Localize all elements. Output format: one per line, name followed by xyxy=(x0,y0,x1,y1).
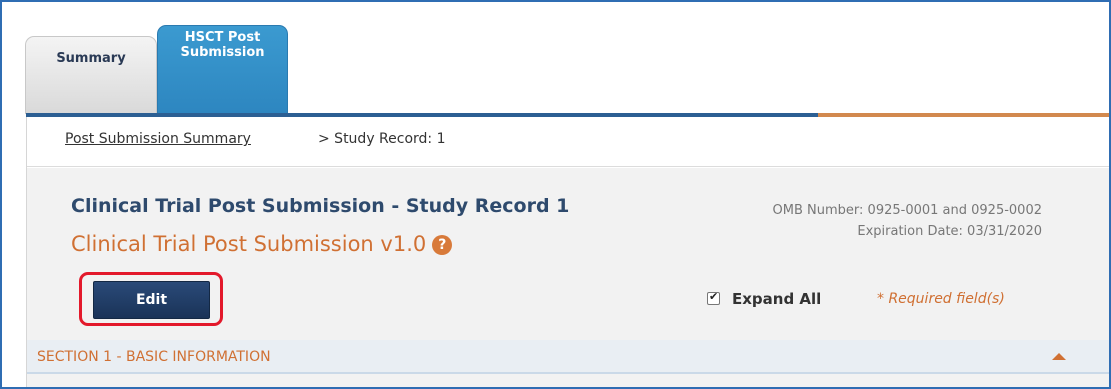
content-panel: Post Submission Summary > Study Record: … xyxy=(26,117,1109,387)
form-subtitle: Clinical Trial Post Submission v1.0? xyxy=(71,232,453,256)
section-title: SECTION 1 - BASIC INFORMATION xyxy=(37,349,271,365)
tab-hsct-label-line2: Submission xyxy=(180,45,265,60)
tab-summary[interactable]: Summary xyxy=(25,36,157,114)
tab-summary-label: Summary xyxy=(56,51,126,66)
chevron-up-icon[interactable] xyxy=(1052,353,1066,360)
required-fields-note: * Required field(s) xyxy=(877,291,1005,307)
question-circle-icon[interactable]: ? xyxy=(432,235,453,255)
page-title: Clinical Trial Post Submission - Study R… xyxy=(71,195,570,217)
omb-info: OMB Number: 0925-0001 and 0925-0002 Expi… xyxy=(773,200,1042,242)
form-subtitle-text: Clinical Trial Post Submission v1.0 xyxy=(71,232,427,256)
breadcrumb-current: > Study Record: 1 xyxy=(318,131,446,147)
breadcrumb: Post Submission Summary > Study Record: … xyxy=(27,117,1109,167)
tab-bar: Summary HSCT Post Submission xyxy=(2,2,1109,117)
omb-number: OMB Number: 0925-0001 and 0925-0002 xyxy=(772,203,1042,218)
expand-all-toggle[interactable]: Expand All xyxy=(707,290,821,308)
window-frame: Summary HSCT Post Submission Post Submis… xyxy=(0,0,1111,389)
expiration-date: Expiration Date: 03/31/2020 xyxy=(857,224,1042,239)
section-header-basic-information[interactable]: SECTION 1 - BASIC INFORMATION xyxy=(27,340,1109,374)
expand-all-label: Expand All xyxy=(732,290,822,308)
form-header: Clinical Trial Post Submission - Study R… xyxy=(27,168,1109,387)
checkbox-checked-icon[interactable] xyxy=(707,290,720,305)
edit-button[interactable]: Edit xyxy=(93,281,210,319)
tab-hsct-post-submission[interactable]: HSCT Post Submission xyxy=(157,25,288,114)
breadcrumb-link-post-submission-summary[interactable]: Post Submission Summary xyxy=(65,131,251,147)
tab-hsct-label-line1: HSCT Post xyxy=(184,30,261,45)
